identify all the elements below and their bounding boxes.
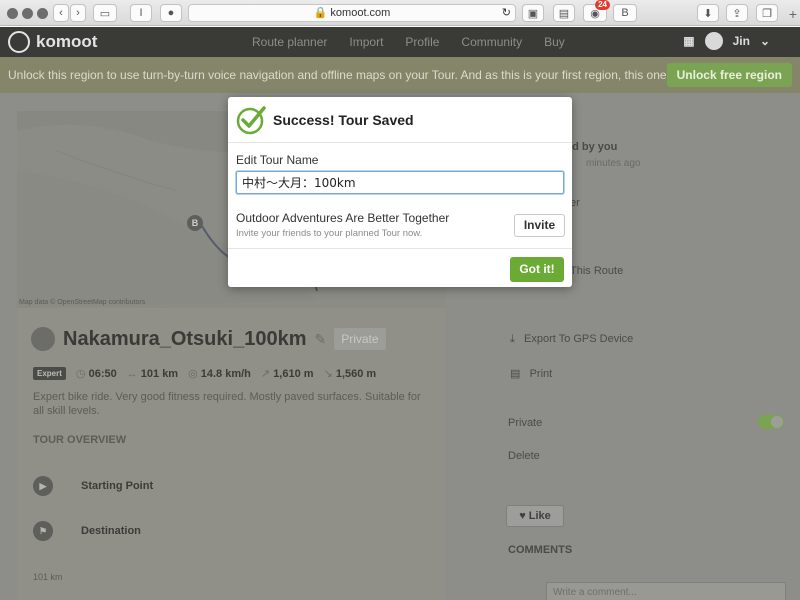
globe-icon[interactable]: ● [160,4,182,22]
difficulty-badge: Expert [33,367,66,380]
success-check-icon [236,106,266,135]
destination-distance: 101 km [33,572,63,582]
waypoint-destination[interactable]: ⚑ Destination [33,521,141,541]
extension-icon[interactable]: ▣ [522,4,544,22]
password-icon[interactable]: ▤ [553,4,575,22]
waypoint-start[interactable]: ▶ Starting Point [33,476,153,496]
dialog-footer: Got it! [228,248,572,287]
back-icon[interactable]: ‹ [53,4,69,22]
dialog-title: Success! Tour Saved [273,112,414,128]
address-bar[interactable]: 🔒 komoot.com ↻ [188,4,516,22]
close-window-icon[interactable] [7,8,18,19]
play-icon: ▶ [33,476,53,496]
zoom-window-icon[interactable] [37,8,48,19]
extension-letter: B [621,7,629,19]
reader-icon[interactable]: I [130,4,152,22]
nav-community[interactable]: Community [461,35,522,49]
url-text: komoot.com [330,7,391,19]
descent-value: 1,560 m [335,368,377,380]
private-toggle[interactable] [758,415,784,429]
created-time: minutes ago [586,158,641,169]
ublock-extension-icon[interactable]: ◉ 24 [583,0,610,22]
download-icon: ⤓ [510,333,515,345]
komoot-logo[interactable]: komoot [8,31,97,53]
distance-icon: ↔ [126,367,138,380]
like-button[interactable]: ♥ Like [506,505,564,527]
tour-stats: Expert ◷ 06:50 ↔ 101 km ◎ 14.8 km/h ↗ 1,… [33,367,376,380]
speed-value: 14.8 km/h [200,368,251,380]
chevron-down-icon[interactable]: ⌄ [760,34,770,48]
unlock-free-region-button[interactable]: Unlock free region [666,63,792,87]
destination-label: Destination [81,525,141,537]
tour-saved-dialog: Success! Tour Saved Edit Tour Name Outdo… [228,97,572,287]
dialog-header: Success! Tour Saved [228,97,572,143]
user-menu: ▦ Jin ⌄ [683,32,770,50]
nav-buy[interactable]: Buy [544,35,565,49]
heart-icon: ♥ [519,510,526,522]
notifications-icon[interactable]: ▦ [683,34,694,48]
reload-icon[interactable]: ↻ [502,5,511,21]
pencil-icon[interactable]: ✎ [314,331,326,348]
sidebar-toggle-icon[interactable]: ▭ [93,4,117,22]
got-it-button[interactable]: Got it! [510,257,564,282]
tour-description: Expert bike ride. Very good fitness requ… [33,391,421,417]
export-label: Export To GPS Device [524,333,634,345]
logo-text: komoot [36,32,98,51]
tour-overview-heading: TOUR OVERVIEW [33,434,127,446]
private-label: Private [508,417,543,429]
tabs-icon[interactable]: ❐ [756,4,778,22]
tour-name-input[interactable] [236,171,564,194]
unlock-region-banner: Unlock this region to use turn-by-turn v… [0,57,800,93]
promo-text: Unlock this region to use turn-by-turn v… [8,68,711,82]
print-label: Print [529,368,553,380]
destination-marker[interactable]: B [187,215,203,231]
minimize-window-icon[interactable] [22,8,33,19]
invite-subtitle: Invite your friends to your planned Tour… [236,228,423,239]
comments-heading: COMMENTS [508,544,573,556]
tour-name-label: Edit Tour Name [236,153,319,167]
descent-icon: ↘ [323,368,333,380]
top-navbar: komoot Route planner Import Profile Comm… [0,27,800,57]
printer-icon: ▤ [510,368,521,380]
delete-link[interactable]: Delete [508,450,540,462]
clock-icon: ◷ [75,368,86,380]
comment-input[interactable]: Write a comment... [546,582,786,600]
sidebar-item-route[interactable]: This Route [570,265,623,277]
ascent-value: 1,610 m [273,368,314,380]
forward-icon[interactable]: › [70,4,86,22]
created-by: ed by you [566,141,618,153]
start-label: Starting Point [81,480,154,492]
tour-title: Nakamura_Otsuki_100km [63,327,307,350]
user-name[interactable]: Jin [733,34,750,48]
distance-value: 101 km [140,367,179,380]
lock-icon: 🔒 [313,7,328,19]
tour-title-row: Nakamura_Otsuki_100km ✎ Private [31,327,386,351]
ascent-icon: ↗ [260,368,271,380]
logo-mark-icon [8,31,30,53]
b-extension-icon[interactable]: B [613,4,637,22]
download-icon[interactable]: ⬇ [697,4,719,22]
notification-badge: 24 [595,0,610,10]
speed-icon: ◎ [188,368,198,380]
browser-toolbar: ‹ › ▭ I ● 🔒 komoot.com ↻ ▣ ▤ ◉ 24 B ⬇ ⇪ ❐… [0,0,800,26]
export-gps-item[interactable]: ⤓ Export To GPS Device [510,333,633,346]
print-item[interactable]: ▤ Print [510,367,552,380]
main-nav: Route planner Import Profile Community B… [252,35,565,49]
bike-icon [31,327,55,351]
nav-import[interactable]: Import [349,35,383,49]
share-icon[interactable]: ⇪ [726,4,748,22]
invite-title: Outdoor Adventures Are Better Together [236,211,450,225]
duration-value: 06:50 [88,368,117,380]
like-label: Like [528,510,551,522]
invite-button[interactable]: Invite [514,214,565,237]
map-attribution: Map data © OpenStreetMap contributors [19,299,146,306]
new-tab-icon[interactable]: + [789,6,797,22]
visibility-badge[interactable]: Private [334,328,386,350]
flag-icon: ⚑ [33,521,53,541]
nav-route-planner[interactable]: Route planner [252,35,327,49]
avatar[interactable] [704,32,723,50]
nav-profile[interactable]: Profile [405,35,439,49]
